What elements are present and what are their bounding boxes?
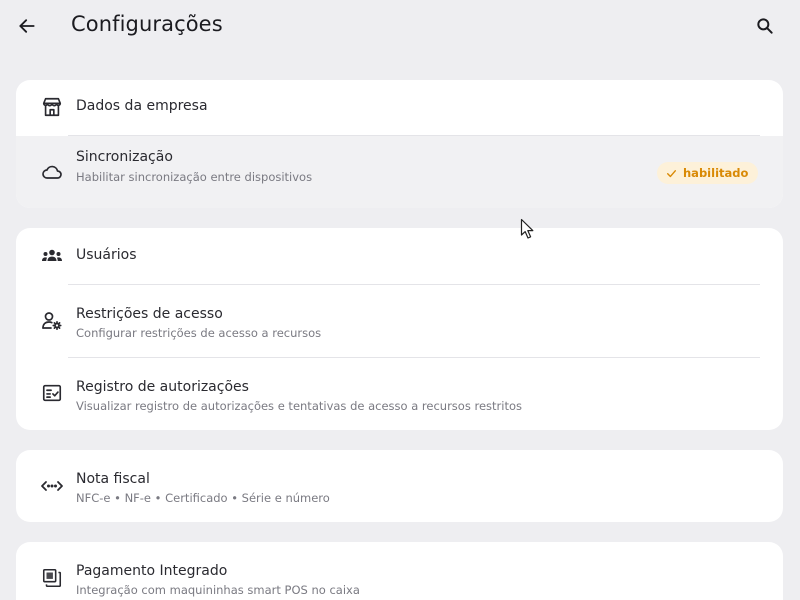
settings-item-title: Sincronização xyxy=(76,149,173,165)
settings-item-subtitle: NFC-e • NF-e • Certificado • Série e núm… xyxy=(76,491,330,505)
settings-item-restricoes-acesso[interactable]: Restrições de acesso Configurar restriçõ… xyxy=(16,285,783,357)
settings-group-users: Usuários Restrições de acesso Configurar… xyxy=(16,228,783,430)
app-header: Configurações xyxy=(0,0,800,54)
settings-item-title: Registro de autorizações xyxy=(76,379,249,395)
settings-item-title: Nota fiscal xyxy=(76,471,150,487)
settings-item-pagamento-integrado[interactable]: Pagamento Integrado Integração com maqui… xyxy=(16,542,783,600)
page-title: Configurações xyxy=(71,12,223,36)
settings-item-title: Dados da empresa xyxy=(76,98,208,114)
settings-item-subtitle: Habilitar sincronização entre dispositiv… xyxy=(76,170,313,184)
checklist-icon xyxy=(40,381,64,405)
arrow-left-icon xyxy=(19,19,35,33)
users-group-icon xyxy=(40,244,64,268)
settings-item-nota-fiscal[interactable]: Nota fiscal NFC-e • NF-e • Certificado •… xyxy=(16,450,783,522)
layers-icon xyxy=(40,566,64,590)
status-badge-label: habilitado xyxy=(683,166,749,180)
status-badge: habilitado xyxy=(657,162,759,184)
settings-item-title: Pagamento Integrado xyxy=(76,563,228,579)
code-arrows-icon xyxy=(40,474,64,498)
settings-group-company: Dados da empresa Sincronização Habilitar… xyxy=(16,80,783,208)
settings-page: Configurações Dados da empresa Sincroniz… xyxy=(0,0,800,600)
settings-item-title: Restrições de acesso xyxy=(76,306,223,322)
settings-group-fiscal: Nota fiscal NFC-e • NF-e • Certificado •… xyxy=(16,450,783,522)
search-button[interactable] xyxy=(750,11,780,41)
user-settings-icon xyxy=(40,309,64,333)
settings-item-subtitle: Configurar restrições de acesso a recurs… xyxy=(76,326,322,340)
settings-group-payment: Pagamento Integrado Integração com maqui… xyxy=(16,542,783,600)
storefront-icon xyxy=(40,95,64,119)
settings-item-registro-autorizacoes[interactable]: Registro de autorizações Visualizar regi… xyxy=(16,358,783,430)
cloud-icon xyxy=(40,160,64,184)
settings-item-subtitle: Integração com maquininhas smart POS no … xyxy=(76,583,360,597)
settings-item-title: Usuários xyxy=(76,247,137,263)
settings-item-dados-empresa[interactable]: Dados da empresa xyxy=(16,80,783,135)
search-icon xyxy=(757,18,773,34)
settings-item-sincronizacao[interactable]: Sincronização Habilitar sincronização en… xyxy=(16,136,783,208)
check-icon xyxy=(667,169,676,177)
back-button[interactable] xyxy=(12,11,42,41)
settings-item-subtitle: Visualizar registro de autorizações e te… xyxy=(76,399,522,413)
mouse-cursor-icon xyxy=(520,218,534,239)
settings-item-usuarios[interactable]: Usuários xyxy=(16,228,783,284)
